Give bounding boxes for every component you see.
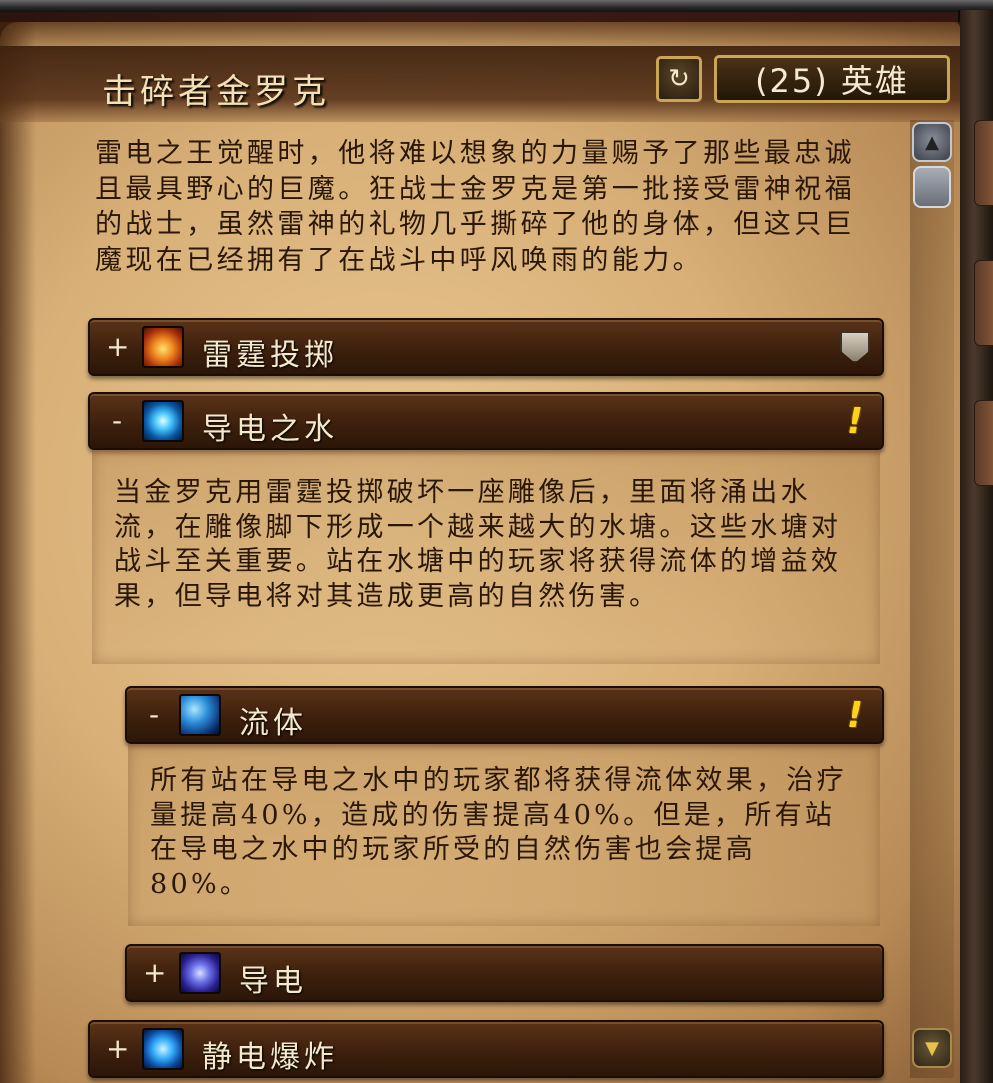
- section-header-electrified-waters[interactable]: + 导电: [125, 944, 884, 1002]
- section-label: 雷霆投掷: [202, 338, 338, 373]
- section-header-conductive-water[interactable]: - 导电之水 !: [88, 392, 884, 450]
- fluidity-icon: [179, 694, 221, 736]
- scrollbar-thumb[interactable]: [913, 166, 951, 208]
- journal-side-rail: [958, 10, 993, 1083]
- section-label: 流体: [239, 706, 307, 741]
- scroll-down-button[interactable]: ▼: [912, 1028, 952, 1068]
- shield-icon: [840, 331, 870, 363]
- static-burst-icon: [142, 1028, 184, 1070]
- expand-toggle[interactable]: +: [143, 958, 166, 988]
- expand-toggle[interactable]: +: [106, 332, 129, 362]
- scroll-down-icon: ▼: [925, 1037, 939, 1059]
- important-flag-icon: !: [838, 400, 872, 442]
- side-tab-loot[interactable]: [974, 260, 993, 346]
- section-header-static-burst[interactable]: + 静电爆炸: [88, 1020, 884, 1078]
- section-label: 静电爆炸: [202, 1040, 338, 1075]
- difficulty-dropdown-button[interactable]: (25) 英雄: [714, 55, 950, 103]
- boss-name-title: 击碎者金罗克: [102, 72, 330, 112]
- expand-toggle[interactable]: +: [106, 1034, 129, 1064]
- reset-view-button[interactable]: ↻: [656, 56, 702, 102]
- collapse-toggle[interactable]: -: [106, 406, 128, 436]
- side-tab-model[interactable]: [974, 400, 993, 486]
- section-body-conductive-water: 当金罗克用雷霆投掷破坏一座雕像后，里面将涌出水流，在雕像脚下形成一个越来越大的水…: [92, 450, 880, 664]
- section-header-fluidity[interactable]: - 流体 !: [125, 686, 884, 744]
- collapse-toggle[interactable]: -: [143, 700, 165, 730]
- section-label: 导电: [239, 964, 307, 999]
- boss-description: 雷电之王觉醒时，他将难以想象的力量赐予了那些最忠诚且最具野心的巨魔。狂战士金罗克…: [95, 138, 855, 276]
- section-body-fluidity: 所有站在导电之水中的玩家都将获得流体效果，治疗量提高40%，造成的伤害提高40%…: [128, 744, 880, 926]
- tank-role-shield-icon: [838, 328, 872, 366]
- section-header-thundering-throw[interactable]: + 雷霆投掷: [88, 318, 884, 376]
- exclamation-mark: !: [846, 694, 864, 736]
- section-description: 当金罗克用雷霆投掷破坏一座雕像后，里面将涌出水流，在雕像脚下形成一个越来越大的水…: [114, 477, 842, 612]
- exclamation-mark: !: [846, 400, 864, 442]
- important-flag-icon: !: [838, 694, 872, 736]
- thundering-throw-icon: [142, 326, 184, 368]
- section-label: 导电之水: [202, 412, 338, 447]
- scroll-up-button[interactable]: ▲: [912, 122, 952, 162]
- window-top-border: [0, 0, 993, 12]
- conductive-water-icon: [142, 400, 184, 442]
- scroll-up-icon: ▲: [925, 131, 939, 153]
- refresh-icon: ↻: [668, 64, 690, 94]
- section-description: 所有站在导电之水中的玩家都将获得流体效果，治疗量提高40%，造成的伤害提高40%…: [150, 765, 847, 900]
- parchment-shadow: [0, 22, 36, 1083]
- side-tab-overview[interactable]: [974, 120, 993, 206]
- scrollbar-track[interactable]: [910, 120, 954, 1078]
- electrified-waters-icon: [179, 952, 221, 994]
